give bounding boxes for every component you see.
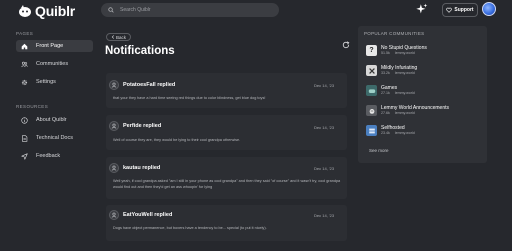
notification-title: PotatoesFall replied — [123, 82, 176, 88]
notification-header: Perfide replied — [109, 121, 161, 131]
community-stats: 27.6k lemmy.world — [381, 111, 449, 116]
notification-body: that your they have a hard time seeing r… — [113, 96, 266, 100]
sidebar-item-technical-docs[interactable]: Technical Docs — [16, 132, 93, 144]
user-icon — [109, 80, 119, 90]
user-icon — [109, 210, 119, 220]
pages-heading: PAGES — [16, 31, 34, 36]
sidebar-item-label: Technical Docs — [36, 135, 73, 141]
back-label: Back — [115, 34, 126, 40]
heart-icon — [446, 7, 453, 13]
sidebar-item-communities[interactable]: Communities — [16, 58, 93, 70]
community-name: Lemmy World Announcements — [381, 105, 449, 111]
community-member-count: 27.1k — [381, 91, 390, 95]
community-item[interactable]: Lemmy World Announcements 27.6k lemmy.wo… — [366, 105, 449, 116]
sidebar-item-label: Feedback — [36, 153, 61, 159]
community-stats: 23.4k lemmy.world — [381, 131, 415, 136]
community-item[interactable]: Mildly Infuriating 33.2k lemmy.world — [366, 65, 417, 76]
page-title: Notifications — [105, 45, 175, 57]
mildly-infuriating-icon — [366, 65, 377, 76]
popular-communities-heading: POPULAR COMMUNITIES — [364, 31, 425, 36]
notification-header: kautau replied — [109, 163, 160, 173]
gear-icon — [21, 79, 28, 85]
notification-title: EatYouWell replied — [123, 212, 173, 218]
community-member-count: 23.4k — [381, 131, 390, 135]
community-instance: lemmy.world — [394, 91, 415, 95]
support-button[interactable]: Support — [442, 3, 478, 17]
sidebar-item-label: Communities — [36, 61, 69, 67]
notification-card[interactable] — [106, 73, 347, 108]
user-icon — [109, 163, 119, 173]
community-stats: 27.1k lemmy.world — [381, 91, 415, 96]
community-stats: 51.5k lemmy.world — [381, 51, 427, 56]
send-icon — [21, 152, 28, 160]
notification-date: Dec 14, '23 — [314, 213, 335, 218]
app-name: Quiblr — [35, 3, 76, 19]
search-icon — [108, 7, 114, 13]
lemmy-icon — [366, 105, 377, 116]
community-instance: lemmy.world — [394, 51, 415, 55]
notification-date: Dec 14, '23 — [314, 125, 335, 130]
community-item[interactable]: Selfhosted 23.4k lemmy.world — [366, 125, 415, 136]
notification-title: kautau replied — [123, 165, 161, 171]
notification-header: PotatoesFall replied — [109, 80, 175, 90]
support-label: Support — [454, 7, 474, 13]
document-icon — [22, 134, 28, 142]
sidebar-item-label: About Quiblr — [36, 117, 67, 123]
sidebar-item-feedback[interactable]: Feedback — [16, 150, 93, 162]
notification-date: Dec 14, '23 — [314, 166, 335, 171]
community-instance: lemmy.world — [394, 131, 415, 135]
sidebar-item-front-page[interactable]: Front Page — [16, 40, 93, 52]
user-avatar[interactable] — [482, 2, 496, 16]
quiblr-logo-icon — [19, 5, 31, 17]
chevron-left-icon — [111, 35, 114, 39]
search-bar[interactable] — [101, 3, 279, 17]
question-mark-icon: ? — [366, 45, 377, 56]
selfhosted-icon — [366, 125, 377, 136]
see-more-link[interactable]: See more — [369, 148, 389, 153]
notification-body: Dogs have object permanence, but boxers … — [113, 226, 267, 230]
community-member-count: 33.2k — [381, 71, 390, 75]
community-member-count: 51.5k — [381, 51, 390, 55]
community-instance: lemmy.world — [394, 111, 415, 115]
user-icon — [109, 121, 119, 131]
notification-date: Dec 14, '23 — [314, 83, 335, 88]
notification-header: EatYouWell replied — [109, 210, 172, 220]
games-icon — [366, 85, 377, 96]
sidebar-item-label: Front Page — [36, 43, 64, 49]
people-icon — [21, 61, 28, 67]
community-item[interactable]: ? No Stupid Questions 51.5k lemmy.world — [366, 45, 427, 56]
notification-body: Well yeah, if cool grandpa asked "am I s… — [113, 179, 341, 189]
sparkle-icon[interactable] — [415, 3, 428, 16]
sidebar-item-about[interactable]: About Quiblr — [16, 114, 93, 126]
community-instance: lemmy.world — [394, 71, 415, 75]
quiblr-logo[interactable]: Quiblr — [18, 3, 75, 19]
search-input[interactable] — [120, 7, 260, 13]
info-icon — [21, 116, 28, 124]
refresh-icon[interactable] — [342, 41, 350, 49]
notification-body: Well of course they are, they would be l… — [113, 138, 241, 142]
notification-title: Perfide replied — [123, 123, 162, 129]
sidebar-item-settings[interactable]: Settings — [16, 76, 93, 88]
sidebar-item-label: Settings — [36, 79, 56, 85]
home-icon — [21, 43, 28, 49]
resources-heading: RESOURCES — [16, 104, 49, 109]
back-button[interactable]: Back — [106, 33, 131, 41]
community-item[interactable]: Games 27.1k lemmy.world — [366, 85, 415, 96]
community-member-count: 27.6k — [381, 111, 390, 115]
community-stats: 33.2k lemmy.world — [381, 71, 417, 76]
